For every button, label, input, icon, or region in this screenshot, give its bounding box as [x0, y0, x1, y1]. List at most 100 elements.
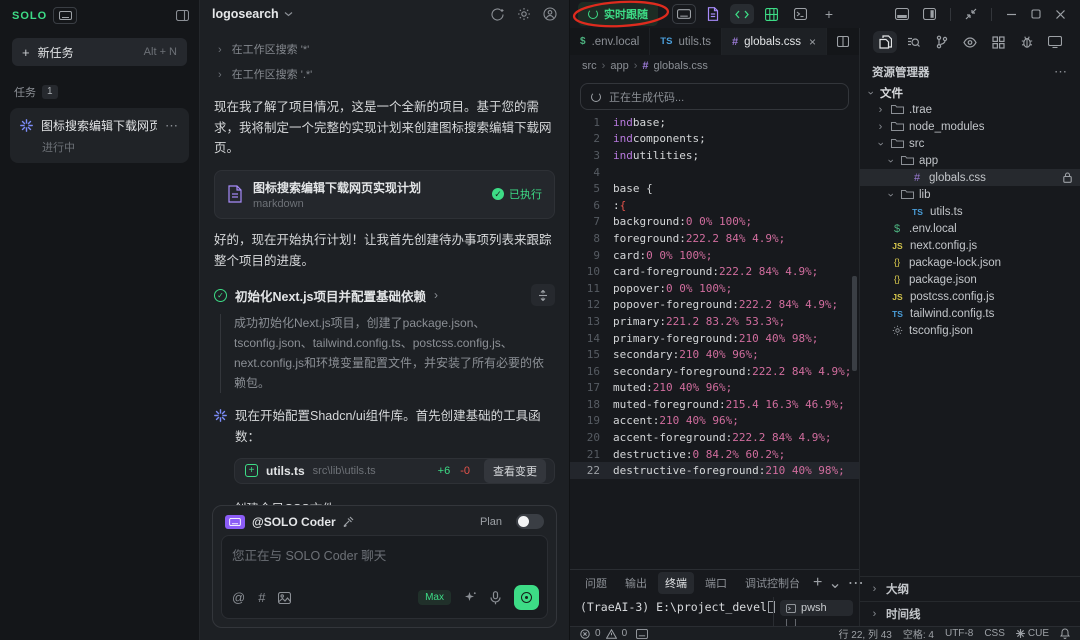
- code-line-6[interactable]: 6: {: [570, 197, 859, 214]
- chat-textarea[interactable]: [222, 536, 547, 585]
- max-mode-badge[interactable]: Max: [418, 590, 451, 605]
- debug-bug-icon[interactable]: [1015, 31, 1039, 53]
- cue-indicator[interactable]: CUE: [1016, 628, 1049, 639]
- terminal-more-icon[interactable]: ⋯: [848, 573, 864, 593]
- minimize-icon[interactable]: [1006, 9, 1017, 20]
- terminal-dropdown-icon[interactable]: ⌄: [828, 573, 841, 593]
- new-task-button[interactable]: + 新任务 Alt + N: [12, 38, 187, 66]
- account-icon[interactable]: [543, 7, 557, 21]
- status-item[interactable]: UTF-8: [945, 628, 973, 639]
- code-line-11[interactable]: 11popover: 0 0% 100%;: [570, 280, 859, 297]
- workspace-search-quote[interactable]: ›在工作区搜索 '*': [218, 41, 555, 60]
- agent-name[interactable]: logosearch: [212, 7, 279, 21]
- notifications-bell-icon[interactable]: [1060, 628, 1070, 639]
- warning-count[interactable]: 0: [622, 628, 628, 639]
- status-item[interactable]: 空格: 4: [903, 626, 934, 640]
- shell-item-partial[interactable]: [780, 619, 853, 626]
- add-terminal-icon[interactable]: +: [813, 574, 822, 592]
- document-view-icon[interactable]: [701, 4, 725, 24]
- tree-item-app[interactable]: ›app: [860, 152, 1080, 169]
- terminal-tab-输出[interactable]: 输出: [618, 572, 654, 594]
- code-line-5[interactable]: 5base {: [570, 180, 859, 197]
- tree-item-lib[interactable]: ›lib: [860, 186, 1080, 203]
- send-button[interactable]: [514, 585, 539, 610]
- shell-item-pwsh[interactable]: pwsh: [780, 600, 853, 616]
- solo-keyboard-icon[interactable]: [53, 7, 77, 24]
- split-editor-icon[interactable]: [837, 36, 849, 47]
- code-line-22[interactable]: 22destructive-foreground: 210 40% 98%;: [570, 462, 859, 479]
- code-line-4[interactable]: 4: [570, 164, 859, 181]
- editor-tab-.env.local[interactable]: $.env.local: [570, 28, 650, 55]
- code-view-icon[interactable]: [730, 4, 754, 24]
- terminal-tab-终端[interactable]: 终端: [658, 572, 694, 594]
- tree-item-.trae[interactable]: ›.trae: [860, 101, 1080, 118]
- code-line-20[interactable]: 20accent-foreground: 222.2 84% 4.9%;: [570, 429, 859, 446]
- status-item[interactable]: 行 22, 列 43: [838, 626, 891, 640]
- code-line-10[interactable]: 10card-foreground: 222.2 84% 4.9%;: [570, 263, 859, 280]
- tree-item-tsconfig.json[interactable]: tsconfig.json: [860, 322, 1080, 339]
- code-line-1[interactable]: 1ind base;: [570, 114, 859, 131]
- tree-item-package-lock.json[interactable]: {}package-lock.json: [860, 254, 1080, 271]
- code-line-17[interactable]: 17muted: 210 40% 96%;: [570, 380, 859, 397]
- editor-scrollbar[interactable]: [852, 276, 857, 371]
- tree-item-src[interactable]: ›src: [860, 135, 1080, 152]
- code-line-21[interactable]: 21destructive: 0 84.2% 60.2%;: [570, 446, 859, 463]
- explorer-more-icon[interactable]: ⋯: [1054, 64, 1068, 80]
- code-line-19[interactable]: 19accent: 210 40% 96%;: [570, 413, 859, 430]
- terminal-tab-问题[interactable]: 问题: [578, 572, 614, 594]
- status-item[interactable]: CSS: [984, 628, 1005, 639]
- chevron-down-icon[interactable]: [284, 11, 293, 17]
- agent-mention[interactable]: @SOLO Coder: [252, 515, 336, 529]
- tree-item-postcss.config.js[interactable]: JSpostcss.config.js: [860, 288, 1080, 305]
- plan-toggle[interactable]: [516, 514, 544, 529]
- image-attach-icon[interactable]: [278, 592, 291, 604]
- task-menu-icon[interactable]: ⋯: [165, 118, 179, 134]
- workspace-search-quote[interactable]: ›在工作区搜索 '.*': [218, 66, 555, 85]
- code-line-8[interactable]: 8foreground: 222.2 84% 4.9%;: [570, 230, 859, 247]
- close-tab-icon[interactable]: ×: [809, 35, 816, 49]
- breadcrumb-item[interactable]: src: [582, 60, 597, 72]
- live-follow-button[interactable]: 实时跟随: [578, 2, 658, 26]
- table-view-icon[interactable]: [759, 4, 783, 24]
- code-line-15[interactable]: 15secondary: 210 40% 96%;: [570, 346, 859, 363]
- plan-document-card[interactable]: 图标搜索编辑下载网页实现计划 markdown ✓ 已执行: [214, 170, 555, 219]
- error-count[interactable]: 0: [595, 628, 601, 639]
- code-line-13[interactable]: 13primary: 221.2 83.2% 53.3%;: [570, 313, 859, 330]
- new-chat-icon[interactable]: [490, 7, 505, 22]
- gear-icon[interactable]: [517, 7, 531, 21]
- code-line-7[interactable]: 7background: 0 0% 100%;: [570, 214, 859, 231]
- add-view-icon[interactable]: +: [817, 4, 841, 24]
- restore-icon[interactable]: [1031, 9, 1041, 19]
- tree-item-next.config.js[interactable]: JSnext.config.js: [860, 237, 1080, 254]
- sparkle-icon[interactable]: [464, 591, 477, 604]
- source-control-icon[interactable]: [930, 31, 954, 53]
- breadcrumb-item[interactable]: app: [610, 60, 628, 72]
- mention-icon[interactable]: @: [232, 590, 245, 605]
- editor-tab-utils.ts[interactable]: TSutils.ts: [650, 28, 722, 55]
- file-change-card-utils[interactable]: + utils.ts src\lib\utils.ts +6 -0 查看变更: [234, 458, 555, 484]
- tree-item-.env.local[interactable]: $.env.local: [860, 220, 1080, 237]
- explorer-icon[interactable]: [873, 31, 897, 53]
- code-line-12[interactable]: 12popover-foreground: 222.2 84% 4.9%;: [570, 297, 859, 314]
- microphone-icon[interactable]: [490, 591, 501, 605]
- keyboard-mode-icon[interactable]: [672, 4, 696, 24]
- remote-window-icon[interactable]: [1043, 31, 1067, 53]
- editor-tab-globals.css[interactable]: #globals.css×: [722, 28, 827, 55]
- timeline-section[interactable]: ›时间线: [860, 601, 1080, 626]
- task-card[interactable]: 图标搜索编辑下载网页 ⋯ 进行中: [10, 108, 189, 163]
- tree-item-package.json[interactable]: {}package.json: [860, 271, 1080, 288]
- outline-section[interactable]: ›大纲: [860, 576, 1080, 601]
- panel-right-icon[interactable]: [923, 8, 936, 20]
- tree-item-utils.ts[interactable]: TSutils.ts: [860, 203, 1080, 220]
- tree-item-tailwind.config.ts[interactable]: TStailwind.config.ts: [860, 305, 1080, 322]
- terminal-tab-端口[interactable]: 端口: [698, 572, 734, 594]
- tree-item-globals.css[interactable]: #globals.css: [860, 169, 1080, 186]
- view-changes-button[interactable]: 查看变更: [484, 459, 546, 483]
- tree-item-node_modules[interactable]: ›node_modules: [860, 118, 1080, 135]
- run-debug-eye-icon[interactable]: [958, 31, 982, 53]
- code-line-2[interactable]: 2ind components;: [570, 131, 859, 148]
- todo-step-row[interactable]: ✓ 初始化Next.js项目并配置基础依赖 ›: [214, 284, 555, 306]
- code-line-16[interactable]: 16secondary-foreground: 222.2 84% 4.9%;: [570, 363, 859, 380]
- code-line-18[interactable]: 18muted-foreground: 215.4 16.3% 46.9%;: [570, 396, 859, 413]
- tree-item-文件[interactable]: ›文件: [860, 84, 1080, 101]
